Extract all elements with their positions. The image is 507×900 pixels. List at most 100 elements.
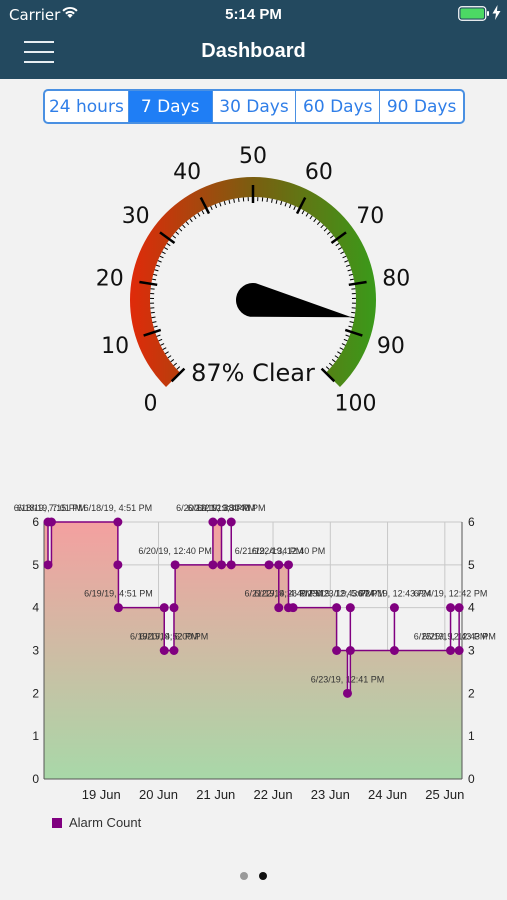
y-tick-label-right: 1 — [468, 729, 475, 743]
page-dot-2[interactable] — [259, 872, 267, 880]
gauge-minor-tick — [301, 210, 305, 215]
gauge-label-50: 50 — [239, 144, 267, 169]
gauge-minor-tick — [219, 202, 222, 207]
gauge-minor-tick — [150, 311, 155, 314]
clock-time: 5:14 PM — [225, 6, 282, 23]
gauge-minor-tick — [320, 224, 324, 229]
top-header: Carrier 5:14 PM Dashboard — [0, 0, 507, 79]
gauge-minor-tick — [325, 366, 330, 370]
y-tick-label-left: 3 — [32, 644, 39, 658]
y-tick-label-left: 0 — [32, 772, 39, 786]
gauge-minor-tick — [233, 198, 235, 203]
gauge-minor-tick — [348, 273, 353, 276]
point-value-label: 6/20/19, 12:40 PM — [138, 546, 212, 556]
alarm-count-point[interactable] — [226, 517, 236, 527]
gauge-minor-tick — [201, 210, 205, 215]
gauge-minor-tick — [329, 235, 334, 239]
alarm-count-point[interactable] — [170, 560, 180, 570]
alarm-count-chart: 0 0 1 1 2 2 3 3 4 4 5 5 6 6 19 Jun 20 Jun 21 Jun 22 Jun 23… — [14, 503, 496, 802]
gauge-minor-tick — [175, 231, 180, 235]
gauge-minor-tick — [214, 204, 218, 209]
legend-label: Alarm Count — [69, 815, 142, 830]
alarm-count-point[interactable] — [274, 560, 284, 570]
gauge-minor-tick — [166, 243, 171, 247]
gauge-minor-tick — [152, 321, 157, 323]
x-tick-label: 20 Jun — [139, 787, 178, 802]
alarm-count-point[interactable] — [454, 646, 464, 655]
alarm-count-point[interactable] — [332, 603, 342, 613]
gauge-label-80: 80 — [382, 266, 410, 291]
point-value-label: 6/22/19, 12:40 PM — [252, 546, 326, 556]
alarm-count-point[interactable] — [159, 603, 169, 613]
gauge-minor-tick — [153, 273, 158, 276]
gauge-minor-tick — [343, 338, 348, 342]
alarm-count-point[interactable] — [284, 560, 294, 570]
gauge-minor-tick — [167, 355, 172, 359]
gauge-minor-tick — [159, 255, 164, 259]
alarm-count-point[interactable] — [217, 517, 227, 527]
tab-24-hours[interactable]: 24 hours — [45, 91, 128, 122]
gauge-minor-tick — [341, 343, 346, 346]
x-tick-label: 19 Jun — [82, 787, 121, 802]
gauge-minor-tick — [349, 278, 354, 281]
gauge-minor-tick — [275, 199, 278, 204]
gauge-minor-tick — [337, 247, 342, 251]
y-tick-label-left: 5 — [32, 558, 39, 572]
gauge-label-0: 0 — [143, 392, 157, 417]
gauge-minor-tick — [271, 198, 273, 203]
gauge-minor-tick — [284, 202, 287, 207]
gauge-minor-tick — [288, 204, 292, 209]
gauge-minor-tick — [345, 264, 351, 267]
gauge-minor-tick — [197, 212, 201, 217]
gauge-minor-tick — [161, 251, 166, 255]
gauge-minor-tick — [182, 224, 186, 229]
gauge-minor-tick — [160, 343, 165, 346]
alarm-count-point[interactable] — [342, 688, 352, 698]
gauge-minor-tick — [347, 269, 352, 272]
page-title: Dashboard — [201, 40, 306, 62]
gauge-minor-tick — [266, 197, 269, 203]
gauge-minor-tick — [153, 325, 158, 328]
gauge-minor-tick — [172, 235, 177, 239]
gauge-caption: 87% Clear — [191, 359, 315, 387]
gauge-minor-tick — [156, 334, 161, 337]
tab-7-days[interactable]: 7 Days — [127, 91, 212, 122]
page-dot-1[interactable] — [240, 872, 248, 880]
alarm-count-point[interactable] — [446, 603, 456, 613]
gauge-label-60: 60 — [305, 160, 333, 185]
alarm-count-point[interactable] — [208, 560, 218, 570]
alarm-count-point[interactable] — [43, 560, 53, 570]
gauge-minor-tick — [155, 264, 161, 267]
gauge-minor-tick — [210, 205, 213, 210]
alarm-count-point[interactable] — [217, 560, 227, 570]
gauge-needle — [236, 283, 352, 318]
gauge-minor-tick — [189, 218, 193, 223]
alarm-count-point[interactable] — [169, 646, 179, 655]
alarm-count-point[interactable] — [389, 646, 399, 655]
alarm-count-point[interactable] — [169, 603, 179, 613]
alarm-count-point[interactable] — [454, 603, 464, 613]
alarm-count-point[interactable] — [264, 560, 274, 570]
alarm-count-point[interactable] — [226, 560, 236, 570]
alarm-count-point[interactable] — [332, 646, 342, 655]
gauge-minor-tick — [305, 212, 309, 217]
alarm-count-point[interactable] — [288, 603, 298, 613]
tab-60-days[interactable]: 60 Days — [295, 91, 379, 122]
alarm-count-point[interactable] — [274, 603, 284, 613]
alarm-count-point[interactable] — [345, 603, 355, 613]
alarm-count-point[interactable] — [389, 603, 399, 613]
alarm-count-point[interactable] — [46, 517, 56, 527]
tab-30-days[interactable]: 30 Days — [211, 91, 296, 122]
alarm-count-point[interactable] — [446, 646, 456, 655]
alarm-count-point[interactable] — [345, 646, 355, 655]
tab-90-days[interactable]: 90 Days — [379, 91, 463, 122]
y-tick-label-left: 2 — [32, 686, 39, 700]
alarm-count-point[interactable] — [159, 646, 169, 655]
y-tick-label-right: 6 — [468, 515, 475, 529]
y-tick-label-right: 4 — [468, 601, 475, 615]
alarm-count-point[interactable] — [208, 517, 218, 527]
alarm-count-point[interactable] — [113, 560, 123, 570]
alarm-count-point[interactable] — [113, 603, 123, 613]
status-bar: Carrier 5:14 PM — [0, 0, 507, 28]
alarm-count-point[interactable] — [113, 517, 123, 527]
